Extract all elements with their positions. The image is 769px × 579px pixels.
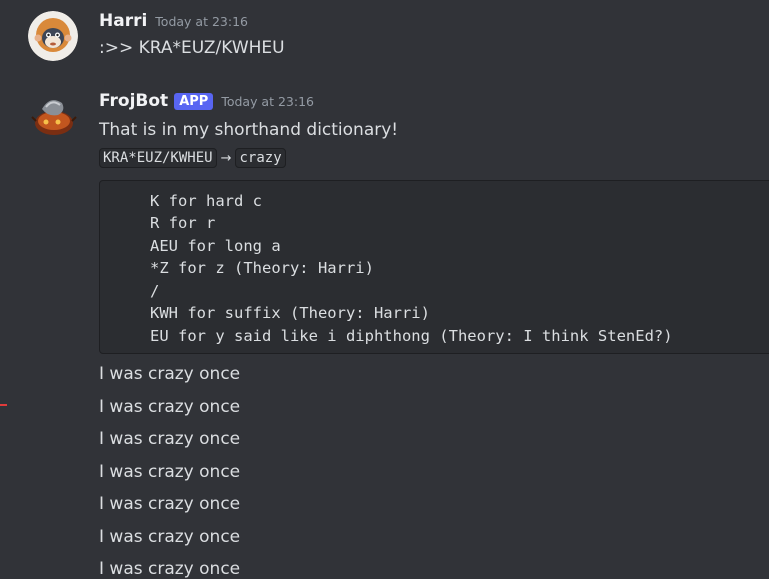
message-text: :>> KRA*EUZ/KWHEU bbox=[99, 38, 285, 58]
code-line: KWH for suffix (Theory: Harri) bbox=[150, 304, 430, 322]
message-line: I was crazy once bbox=[99, 559, 241, 579]
code-block[interactable]: K for hard c R for r AEU for long a *Z f… bbox=[99, 180, 769, 354]
code-line: EU for y said like i diphthong (Theory: … bbox=[150, 327, 673, 345]
message-line: I was crazy once bbox=[99, 527, 241, 547]
stroke-code: KRA*EUZ/KWHEU bbox=[99, 148, 217, 168]
message-line: I was crazy once bbox=[99, 364, 241, 384]
timestamp[interactable]: Today at 23:16 bbox=[221, 94, 314, 109]
frog-bot-avatar-icon[interactable] bbox=[28, 91, 78, 141]
message-line: I was crazy once bbox=[99, 429, 241, 449]
timestamp[interactable]: Today at 23:16 bbox=[155, 14, 248, 29]
message-line: I was crazy once bbox=[99, 397, 241, 417]
code-line: *Z for z (Theory: Harri) bbox=[150, 259, 374, 277]
username[interactable]: FrojBot bbox=[99, 91, 168, 111]
message-line: I was crazy once bbox=[99, 462, 241, 482]
app-badge: APP bbox=[174, 93, 214, 110]
message-text: That is in my shorthand dictionary! bbox=[99, 120, 399, 140]
code-line: AEU for long a bbox=[150, 237, 281, 255]
message-header: FrojBot APP Today at 23:16 bbox=[99, 91, 314, 111]
code-line: / bbox=[150, 282, 160, 300]
stroke-translation: KRA*EUZ/KWHEU → crazy bbox=[99, 147, 286, 168]
translation-code: crazy bbox=[235, 148, 286, 168]
message-header: Harri Today at 23:16 bbox=[99, 11, 248, 31]
monkey-avatar-icon[interactable] bbox=[28, 11, 78, 61]
code-line: K for hard c bbox=[150, 192, 262, 210]
message-line: I was crazy once bbox=[99, 494, 241, 514]
unread-marker bbox=[0, 404, 7, 406]
arrow-icon: → bbox=[220, 151, 232, 166]
code-line: R for r bbox=[150, 214, 216, 232]
username[interactable]: Harri bbox=[99, 11, 147, 31]
